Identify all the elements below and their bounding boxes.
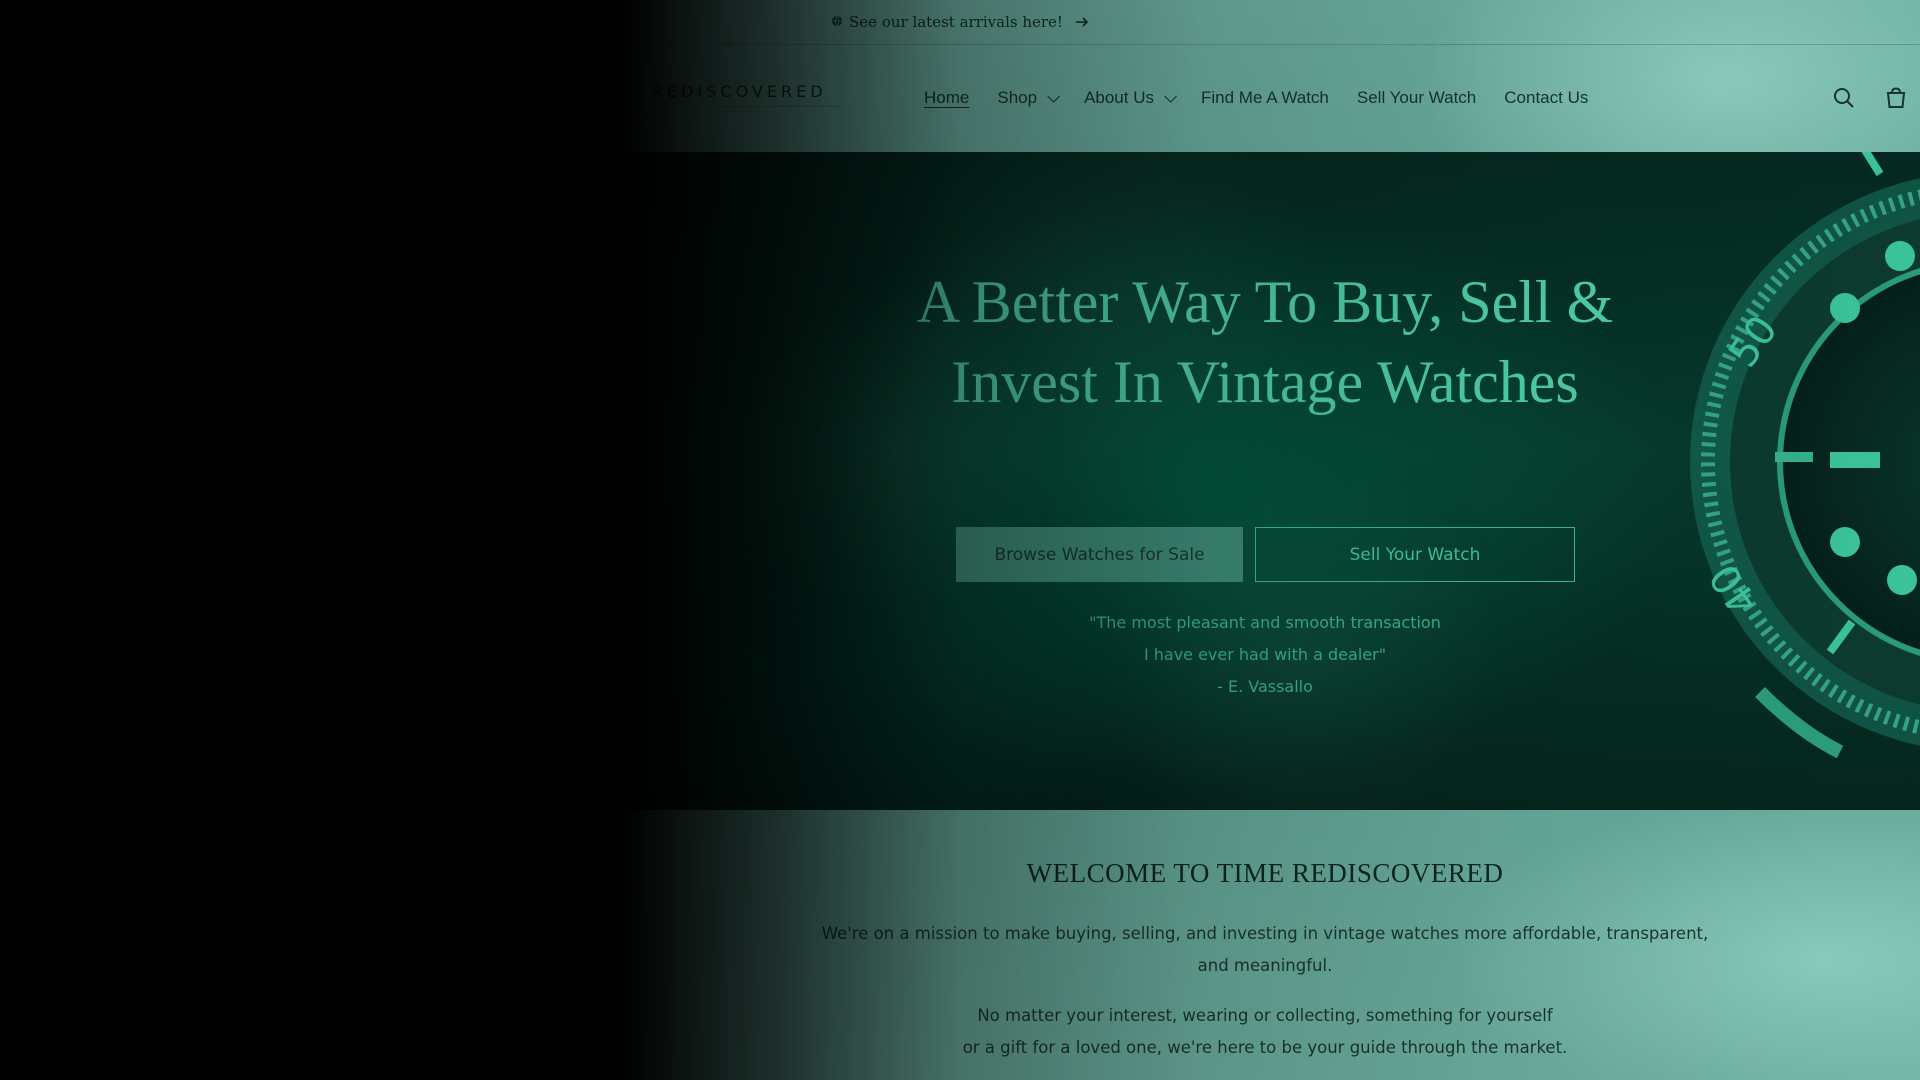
cart-icon[interactable] <box>1878 80 1914 116</box>
chevron-down-icon <box>1047 89 1061 103</box>
nav-label-about-us: About Us <box>1084 88 1154 107</box>
testimonial-quote: "The most pleasant and smooth transactio… <box>965 607 1565 703</box>
watch-image: 50 40 <box>1690 152 1920 759</box>
announcement-bar[interactable]: See our latest arrivals here! <box>0 0 1920 45</box>
header-icons <box>1826 80 1920 116</box>
hero-buttons: Browse Watches for Sale Sell Your Watch <box>956 527 1575 582</box>
arrow-right-icon[interactable] <box>1075 13 1089 32</box>
nav-item-home[interactable]: Home <box>924 88 969 108</box>
chevron-down-icon <box>1164 89 1177 103</box>
nav-label-sell-your-watch: Sell Your Watch <box>1356 88 1477 107</box>
main-nav: Home Shop About Us Find Me A Watch Sell … <box>924 86 1616 110</box>
announcement-text[interactable]: See our latest arrivals here! <box>849 13 1063 31</box>
quote-line-2: I have ever had with a dealer" <box>1143 645 1387 664</box>
hero-title: A Better Way To Buy, Sell & Invest In Vi… <box>916 269 1614 415</box>
quote-author: - E. Vassallo <box>1217 677 1313 696</box>
logo-tagline-mark <box>722 106 842 113</box>
welcome-paragraph-2-line-1: No matter your interest, wearing or coll… <box>977 1006 1553 1025</box>
site-header: REDISCOVERED Home Shop About Us Find Me … <box>0 44 1920 152</box>
welcome-paragraph-2-line-2: or a gift for a loved one, we're here to… <box>962 1038 1568 1057</box>
hero-banner: 50 40 A Better Way To Buy, Sell & Invest… <box>0 152 1920 810</box>
nav-item-sell-your-watch[interactable]: Sell Your Watch <box>1357 88 1476 108</box>
globe-icon <box>831 13 843 31</box>
hero-texture <box>0 152 1920 810</box>
browse-watches-button[interactable]: Browse Watches for Sale <box>956 527 1243 582</box>
logo-text: REDISCOVERED <box>652 82 827 101</box>
nav-item-find-me-a-watch[interactable]: Find Me A Watch <box>1201 88 1329 108</box>
site-logo[interactable]: REDISCOVERED <box>652 82 874 122</box>
nav-label-contact-us: Contact Us <box>1504 88 1589 107</box>
welcome-paragraph-2: No matter your interest, wearing or coll… <box>905 1000 1625 1064</box>
nav-label-home: Home <box>924 88 970 107</box>
nav-label-shop: Shop <box>997 88 1038 107</box>
page: See our latest arrivals here! REDISCOVER… <box>0 0 1920 1080</box>
search-icon[interactable] <box>1826 80 1862 116</box>
welcome-paragraph-1: We're on a mission to make buying, selli… <box>821 924 1709 975</box>
nav-item-contact-us[interactable]: Contact Us <box>1504 88 1588 108</box>
quote-line-1: "The most pleasant and smooth transactio… <box>1089 613 1441 632</box>
nav-item-about-us[interactable]: About Us <box>1084 88 1177 108</box>
welcome-title: WELCOME TO TIME REDISCOVERED <box>1026 858 1504 888</box>
sell-your-watch-button[interactable]: Sell Your Watch <box>1255 527 1575 582</box>
nav-label-find-me-a-watch: Find Me A Watch <box>1201 88 1329 107</box>
nav-item-shop[interactable]: Shop <box>997 88 1061 108</box>
